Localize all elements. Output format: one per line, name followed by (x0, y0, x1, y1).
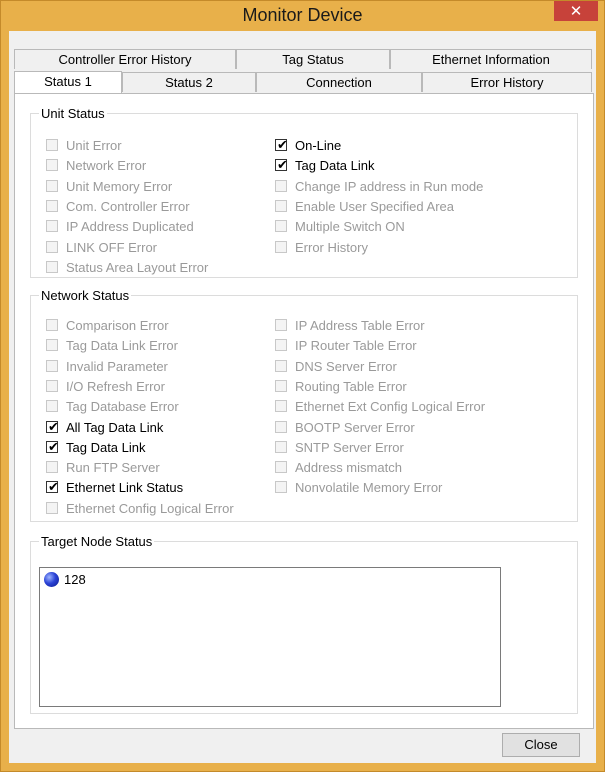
checkbox-unchecked-icon (46, 501, 58, 514)
title-bar[interactable]: Monitor Device ✕ (1, 1, 604, 31)
network-status-group: Network Status Comparison Error Tag Data … (30, 288, 578, 522)
checkmark-icon: ✔ (277, 138, 288, 153)
checkbox-unchecked-icon (46, 400, 58, 413)
checkbox-unchecked-icon (275, 220, 287, 233)
checkbox-label: Enable User Specified Area (295, 198, 454, 214)
checkbox-label: Unit Memory Error (66, 178, 173, 194)
tab-controller-error-history[interactable]: Controller Error History (14, 49, 236, 69)
checkbox-label: Tag Data Link Error (66, 338, 178, 354)
checkbox-unchecked-icon (46, 179, 58, 192)
checkbox-unchecked-icon (275, 461, 287, 474)
checkbox-label: Address mismatch (295, 460, 402, 476)
checkbox-unchecked-icon (46, 240, 58, 253)
checkbox-label: Status Area Layout Error (66, 259, 209, 275)
close-icon[interactable]: ✕ (554, 1, 598, 21)
checkbox-unchecked-icon (46, 220, 58, 233)
tab-error-history[interactable]: Error History (422, 72, 592, 92)
unit-status-group: Unit Status Unit Error Network Error Unit … (30, 106, 578, 278)
checkbox-label: Unit Error (66, 138, 122, 153)
tab-tag-status[interactable]: Tag Status (236, 49, 390, 69)
target-node-status-group: Target Node Status 128 (30, 534, 578, 714)
checkbox-label: On-Line (295, 138, 342, 153)
monitor-device-window: Monitor Device ✕ Controller Error Histor… (0, 0, 605, 772)
blue-node-icon (44, 572, 59, 587)
checkmark-icon: ✔ (277, 158, 288, 174)
checkbox-label: Nonvolatile Memory Error (295, 480, 443, 496)
checkbox-unchecked-icon (46, 461, 58, 474)
checkbox-label: I/O Refresh Error (66, 378, 165, 394)
checkbox-unchecked-icon (46, 260, 58, 273)
checkbox-unchecked-icon (275, 199, 287, 212)
checkbox-label: LINK OFF Error (66, 239, 158, 255)
checkbox-unchecked-icon (275, 240, 287, 253)
checkbox-label: IP Address Duplicated (66, 219, 194, 235)
target-node-label: 128 (64, 572, 86, 587)
checkbox-label: IP Address Table Error (295, 318, 425, 333)
checkbox-label: Comparison Error (66, 318, 169, 333)
checkbox-unchecked-icon (275, 319, 287, 331)
checkbox-checked-icon: ✔ (275, 138, 288, 153)
checkbox-unchecked-icon (46, 159, 58, 172)
checkbox-label: Ethernet Link Status (66, 480, 184, 496)
checkbox-label: Run FTP Server (66, 460, 160, 476)
checkbox-unchecked-icon (46, 199, 58, 212)
checkmark-icon: ✔ (48, 480, 59, 496)
checkbox-label: Error History (295, 239, 368, 255)
checkbox-label: Ethernet Config Logical Error (66, 500, 234, 516)
checkbox-checked-icon: ✔ (46, 480, 59, 495)
checkbox-unchecked-icon (46, 379, 58, 392)
checkbox-label: Network Error (66, 158, 147, 174)
checkmark-icon: ✔ (48, 419, 59, 435)
tab-connection[interactable]: Connection (256, 72, 422, 92)
checkbox-label: SNTP Server Error (295, 439, 404, 455)
checkbox-label: Tag Data Link (295, 158, 375, 174)
checkbox-label: Com. Controller Error (66, 198, 190, 214)
checkbox-label: Tag Database Error (66, 399, 179, 415)
checkbox-label: Routing Table Error (295, 378, 407, 394)
checkbox-unchecked-icon (275, 379, 287, 392)
checkbox-unchecked-icon (275, 440, 287, 453)
tab-status-1[interactable]: Status 1 (14, 71, 122, 93)
checkbox-label: Change IP address in Run mode (295, 178, 484, 194)
window-title: Monitor Device (242, 5, 363, 25)
checkbox-checked-icon: ✔ (46, 440, 59, 455)
checkbox-label: All Tag Data Link (66, 419, 164, 435)
checkbox-checked-icon: ✔ (46, 420, 59, 435)
checkmark-icon: ✔ (48, 439, 59, 455)
checkbox-unchecked-icon (46, 359, 58, 372)
checkbox-unchecked-icon (275, 339, 287, 352)
checkbox-unchecked-icon (275, 481, 287, 494)
status-1-panel: Unit Status Unit Error Network Error Unit … (14, 93, 594, 729)
checkbox-label: Tag Data Link (66, 439, 146, 455)
tab-status-2[interactable]: Status 2 (122, 72, 256, 92)
checkbox-label: BOOTP Server Error (295, 419, 415, 435)
checkbox-unchecked-icon (275, 179, 287, 192)
target-node-status-title: Target Node Status (41, 534, 153, 549)
checkbox-label: Invalid Parameter (66, 358, 168, 374)
unit-status-title: Unit Status (41, 106, 105, 121)
network-status-title: Network Status (41, 288, 130, 303)
checkbox-label: DNS Server Error (295, 358, 397, 374)
target-node-list[interactable]: 128 (39, 567, 501, 707)
checkbox-unchecked-icon (46, 139, 58, 151)
checkbox-checked-icon: ✔ (275, 158, 288, 173)
checkbox-label: IP Router Table Error (295, 338, 417, 354)
close-button[interactable]: Close (502, 733, 580, 757)
checkbox-unchecked-icon (46, 339, 58, 352)
checkbox-unchecked-icon (275, 400, 287, 413)
tab-ethernet-information[interactable]: Ethernet Information (390, 49, 592, 69)
checkbox-label: Multiple Switch ON (295, 219, 405, 235)
checkbox-unchecked-icon (275, 420, 287, 433)
checkbox-unchecked-icon (46, 319, 58, 331)
checkbox-label: Ethernet Ext Config Logical Error (295, 399, 486, 415)
checkbox-unchecked-icon (275, 359, 287, 372)
dialog-client-area: Controller Error History Tag Status Ethe… (9, 31, 596, 763)
